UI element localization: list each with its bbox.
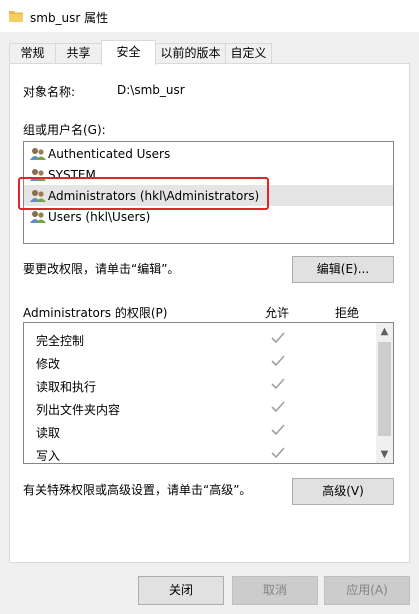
permission-name: 列出文件夹内容	[36, 403, 121, 417]
allow-check-icon	[271, 424, 285, 436]
permission-row: 读取和执行	[24, 374, 378, 397]
deny-header: 拒绝	[335, 306, 360, 320]
groups-listbox[interactable]: Authenticated Users SYSTEM Administrator…	[23, 141, 394, 244]
list-item-label: SYSTEM	[48, 167, 96, 182]
permission-row: 列出文件夹内容	[24, 397, 378, 420]
allow-check-icon	[271, 401, 285, 413]
allow-check-icon	[271, 447, 285, 459]
permissions-scrollbar[interactable]: ▲ ▼	[376, 323, 393, 463]
list-item-administrators[interactable]: Administrators (hkl\Administrators)	[24, 185, 393, 206]
object-name-label: 对象名称:	[23, 85, 76, 99]
advanced-text: 有关特殊权限或高级设置，请单击“高级”。	[23, 483, 252, 497]
permission-name: 读取	[36, 426, 61, 440]
change-permissions-text: 要更改权限，请单击“编辑”。	[23, 262, 180, 276]
users-icon	[30, 168, 46, 181]
tab-general[interactable]: 常规	[9, 43, 56, 64]
permission-name: 写入	[36, 449, 61, 463]
scroll-up-icon[interactable]: ▲	[376, 323, 393, 340]
close-button[interactable]: 关闭	[138, 576, 224, 605]
permissions-list[interactable]: 完全控制 修改 读取和执行 列出文件夹内容 读取 写入 ▲ ▼	[23, 322, 394, 464]
tab-customize[interactable]: 自定义	[225, 43, 272, 64]
permissions-title: Administrators 的权限(P)	[23, 306, 168, 320]
list-item-label: Authenticated Users	[48, 146, 171, 161]
tab-previous-versions[interactable]: 以前的版本	[155, 43, 226, 64]
permission-name: 完全控制	[36, 334, 85, 348]
object-name-value: D:\smb_usr	[117, 83, 185, 97]
folder-icon	[9, 11, 23, 22]
title-bar: smb_usr 属性	[0, 0, 419, 32]
groups-label: 组或用户名(G):	[23, 123, 106, 137]
scroll-thumb[interactable]	[378, 342, 391, 436]
list-item-label: Users (hkl\Users)	[48, 209, 151, 224]
list-item-users[interactable]: Users (hkl\Users)	[24, 206, 393, 227]
users-icon	[30, 210, 46, 223]
permission-name: 读取和执行	[36, 380, 97, 394]
allow-check-icon	[271, 332, 285, 344]
list-item-authenticated-users[interactable]: Authenticated Users	[24, 143, 393, 164]
permission-name: 修改	[36, 357, 61, 371]
list-item-label: Administrators (hkl\Administrators)	[48, 188, 260, 203]
permission-row: 写入	[24, 443, 378, 463]
users-icon	[30, 189, 46, 202]
allow-check-icon	[271, 355, 285, 367]
advanced-button[interactable]: 高级(V)	[292, 478, 394, 505]
apply-button[interactable]: 应用(A)	[324, 576, 410, 605]
tab-bar: 常规 共享 安全 以前的版本 自定义	[0, 40, 419, 65]
allow-header: 允许	[265, 306, 290, 320]
allow-check-icon	[271, 378, 285, 390]
users-icon	[30, 147, 46, 160]
edit-button[interactable]: 编辑(E)...	[292, 256, 394, 283]
list-item-system[interactable]: SYSTEM	[24, 164, 393, 185]
scroll-down-icon[interactable]: ▼	[376, 446, 393, 463]
window-title: smb_usr 属性	[30, 11, 109, 25]
tab-sharing[interactable]: 共享	[55, 43, 102, 64]
permission-row: 读取	[24, 420, 378, 443]
tab-security[interactable]: 安全	[101, 40, 156, 65]
cancel-button[interactable]: 取消	[232, 576, 318, 605]
permission-row: 完全控制	[24, 328, 378, 351]
permission-row: 修改	[24, 351, 378, 374]
